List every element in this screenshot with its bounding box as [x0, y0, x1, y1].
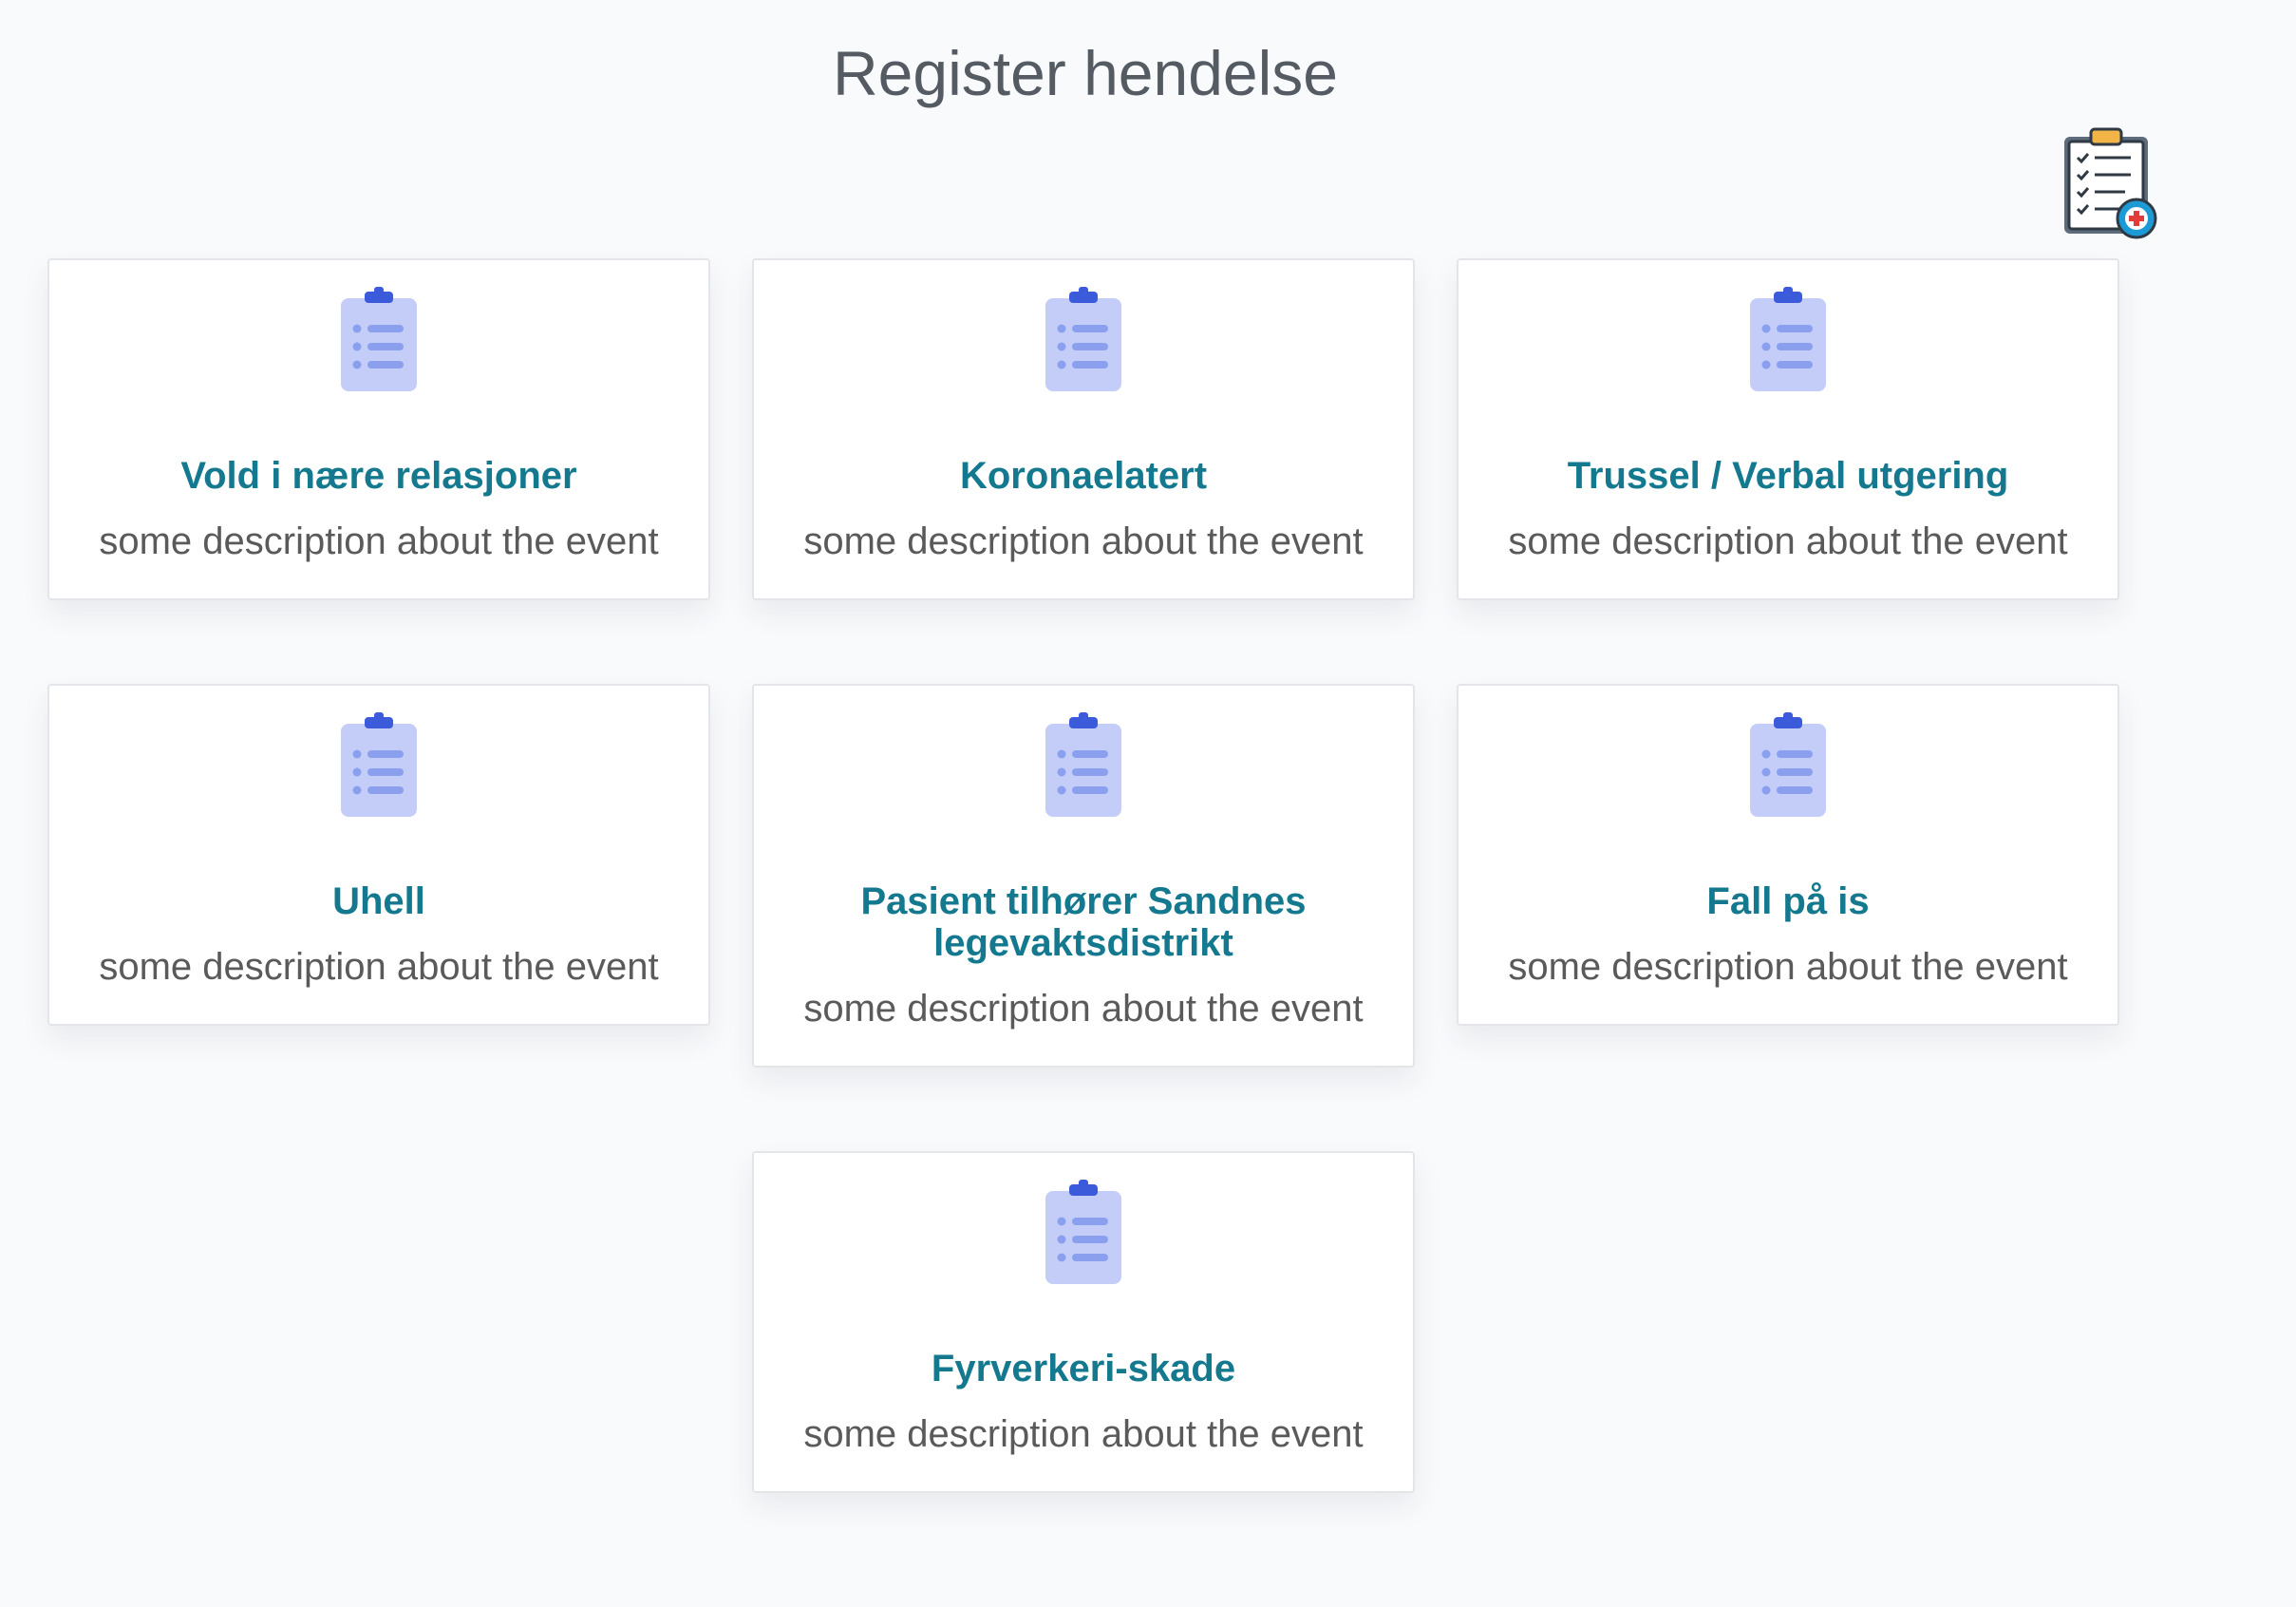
clipboard-list-icon	[339, 287, 419, 393]
card-description: some description about the event	[803, 988, 1364, 1030]
card-title: Pasient tilhører Sandnes legevaktsdistri…	[860, 880, 1307, 964]
event-card-pasient-sandnes[interactable]: Pasient tilhører Sandnes legevaktsdistri…	[752, 684, 1415, 1068]
card-title: Fall på is	[1706, 880, 1870, 922]
card-description: some description about the event	[99, 520, 659, 562]
card-title: Vold i nære relasjoner	[180, 455, 577, 497]
card-description: some description about the event	[1508, 946, 2068, 988]
clipboard-list-icon	[1748, 287, 1828, 393]
clipboard-list-icon	[1044, 1180, 1123, 1286]
page-title: Register hendelse	[833, 38, 1338, 108]
event-card-uhell[interactable]: Uhell some description about the event	[47, 684, 710, 1026]
clipboard-list-icon	[1748, 712, 1828, 819]
event-card-trussel[interactable]: Trussel / Verbal utgering some descripti…	[1457, 258, 2119, 600]
event-card-fyrverkeri[interactable]: Fyrverkeri-skade some description about …	[752, 1151, 1415, 1493]
event-card-vold[interactable]: Vold i nære relasjoner some description …	[47, 258, 710, 600]
clipboard-list-icon	[1044, 287, 1123, 393]
clipboard-add-icon[interactable]	[2059, 123, 2161, 241]
card-title: Uhell	[332, 880, 425, 922]
event-card-korona[interactable]: Koronaelatert some description about the…	[752, 258, 1415, 600]
card-title: Fyrverkeri-skade	[931, 1348, 1236, 1390]
card-title: Koronaelatert	[959, 455, 1208, 497]
clipboard-list-icon	[1044, 712, 1123, 819]
card-description: some description about the event	[99, 946, 659, 988]
card-description: some description about the event	[803, 520, 1364, 562]
event-card-fall-pa-is[interactable]: Fall på is some description about the ev…	[1457, 684, 2119, 1026]
card-title: Trussel / Verbal utgering	[1567, 455, 2009, 497]
card-description: some description about the event	[1508, 520, 2068, 562]
card-description: some description about the event	[803, 1413, 1364, 1455]
clipboard-list-icon	[339, 712, 419, 819]
